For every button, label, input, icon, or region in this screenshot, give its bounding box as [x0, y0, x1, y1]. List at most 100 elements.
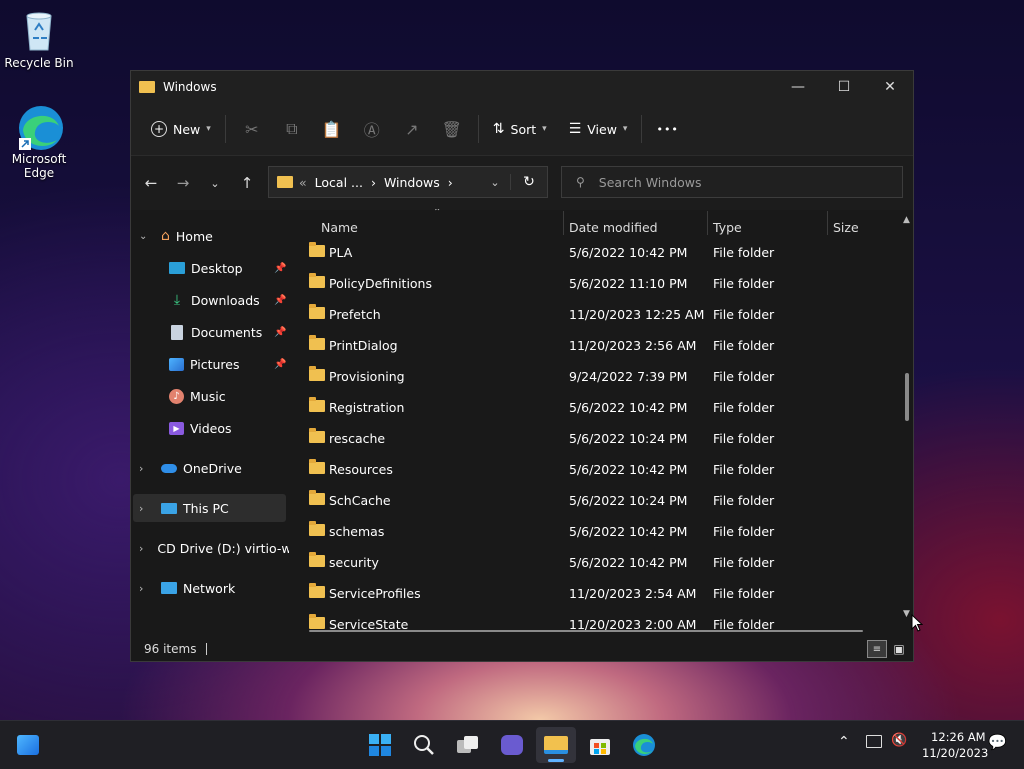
onedrive-icon — [161, 463, 177, 473]
edge-desktop-icon[interactable]: Microsoft Edge — [0, 104, 78, 180]
table-row[interactable]: ServiceState 11/20/2023 2:00 AM File folde… — [291, 609, 891, 639]
new-button[interactable]: + New ▾ — [143, 113, 219, 145]
minimize-button[interactable]: — — [775, 71, 821, 103]
chevron-down-icon: ⌄ — [139, 230, 148, 242]
forward-arrow-icon[interactable]: → — [167, 174, 199, 192]
computer-icon — [161, 502, 177, 514]
notifications-icon[interactable]: 💬 — [988, 733, 1007, 751]
more-options-button[interactable]: ••• — [648, 113, 686, 145]
file-date: 11/20/2023 12:25 AM — [569, 307, 705, 322]
sidebar-item-network[interactable]: › Network — [139, 574, 235, 602]
table-row[interactable]: ServiceProfiles 11/20/2023 2:54 AM File fo… — [291, 578, 891, 609]
column-header-date[interactable]: Date modified — [569, 215, 658, 239]
view-button[interactable]: ☰ View ▾ — [561, 113, 636, 145]
share-icon[interactable]: ↗ — [396, 113, 428, 145]
start-button[interactable] — [360, 727, 400, 763]
address-bar[interactable]: « Local ... › Windows › ⌄ ↻ — [268, 166, 548, 198]
sidebar-item-this-pc[interactable]: › This PC — [133, 494, 286, 522]
cut-icon[interactable]: ✂ — [236, 113, 268, 145]
network-status-icon[interactable] — [866, 735, 882, 748]
table-row[interactable]: Registration 5/6/2022 10:42 PM File folder — [291, 392, 891, 423]
search-button[interactable] — [404, 727, 444, 763]
copy-icon[interactable]: ⧉ — [276, 113, 308, 145]
folder-icon — [309, 552, 325, 567]
tiles-view-icon[interactable]: ▣ — [891, 641, 907, 657]
column-header-name[interactable]: Name — [321, 215, 358, 239]
table-row[interactable]: PolicyDefinitions 5/6/2022 11:10 PM File f… — [291, 268, 891, 299]
sidebar-item-documents[interactable]: Documents 📌 — [169, 318, 289, 346]
rename-icon[interactable]: Ⓐ — [356, 113, 388, 145]
table-row[interactable]: security 5/6/2022 10:42 PM File folder — [291, 547, 891, 578]
show-hidden-icons-chevron-icon[interactable]: ⌃ — [838, 734, 850, 750]
paste-icon[interactable]: 📋 — [316, 113, 348, 145]
sidebar-item-label: CD Drive (D:) virtio-w — [157, 540, 289, 556]
sidebar-item-downloads[interactable]: ⤓ Downloads 📌 — [169, 286, 289, 314]
table-row[interactable]: Resources 5/6/2022 10:42 PM File folder — [291, 454, 891, 485]
sidebar-item-pictures[interactable]: Pictures 📌 — [169, 350, 289, 378]
search-box[interactable]: ⚲ Search Windows — [561, 166, 903, 198]
videos-icon: ▶ — [169, 421, 184, 435]
chat-icon — [501, 735, 523, 755]
column-header-type[interactable]: Type — [713, 215, 742, 239]
breadcrumb-overflow[interactable]: « — [299, 175, 307, 190]
documents-icon — [171, 324, 183, 340]
sidebar-item-music[interactable]: ♪ Music — [169, 382, 226, 410]
up-arrow-icon[interactable]: ↑ — [231, 174, 263, 192]
search-icon — [414, 735, 434, 755]
horizontal-scrollbar-thumb[interactable] — [309, 630, 863, 632]
table-row[interactable]: PrintDialog 11/20/2023 2:56 AM File folder — [291, 330, 891, 361]
column-header-size[interactable]: Size — [833, 215, 859, 239]
close-button[interactable]: ✕ — [867, 71, 913, 103]
table-row[interactable]: Provisioning 9/24/2022 7:39 PM File folder — [291, 361, 891, 392]
details-view-icon[interactable]: ≡ — [867, 640, 887, 658]
sort-up-chevron-icon: ⌃ — [433, 209, 442, 218]
vertical-scrollbar-thumb[interactable] — [905, 373, 909, 421]
sidebar-item-label: Videos — [190, 420, 232, 436]
sidebar-item-onedrive[interactable]: › OneDrive — [139, 454, 242, 482]
clock-time[interactable]: 12:26 AM — [931, 730, 986, 744]
chat-button[interactable] — [492, 727, 532, 763]
sidebar-item-videos[interactable]: ▶ Videos — [169, 414, 232, 442]
breadcrumb-local[interactable]: Local ... — [315, 175, 363, 190]
edge-taskbar-button[interactable] — [624, 727, 664, 763]
clock-date[interactable]: 11/20/2023 — [922, 746, 988, 760]
table-row[interactable]: PLA 5/6/2022 10:42 PM File folder — [291, 237, 891, 268]
task-view-icon — [457, 736, 479, 754]
table-row[interactable]: schemas 5/6/2022 10:42 PM File folder — [291, 516, 891, 547]
file-explorer-taskbar-button[interactable] — [536, 727, 576, 763]
edge-label-2: Edge — [23, 166, 55, 180]
task-view-button[interactable] — [448, 727, 488, 763]
recent-locations-chevron-icon[interactable]: ⌄ — [199, 177, 231, 190]
address-history-chevron-icon[interactable]: ⌄ — [480, 176, 510, 189]
sidebar-item-cd-drive[interactable]: › CD Drive (D:) virtio-w — [139, 534, 289, 562]
back-arrow-icon[interactable]: ← — [135, 174, 167, 192]
sidebar-item-home[interactable]: ⌄ ⌂ Home — [139, 222, 213, 250]
maximize-button[interactable]: ☐ — [821, 71, 867, 103]
store-button[interactable] — [580, 727, 620, 763]
scroll-down-arrow-icon[interactable]: ▼ — [903, 609, 910, 619]
network-icon — [161, 582, 177, 594]
table-row[interactable]: SchCache 5/6/2022 10:24 PM File folder — [291, 485, 891, 516]
file-date: 5/6/2022 11:10 PM — [569, 276, 688, 291]
table-row[interactable]: rescache 5/6/2022 10:24 PM File folder — [291, 423, 891, 454]
delete-icon[interactable]: 🗑 — [436, 113, 468, 145]
table-row[interactable]: Prefetch 11/20/2023 12:25 AM File folder — [291, 299, 891, 330]
recycle-bin-desktop-icon[interactable]: Recycle Bin — [0, 8, 78, 70]
sort-button[interactable]: ⇅ Sort ▾ — [485, 113, 555, 145]
widgets-button[interactable] — [8, 727, 48, 763]
music-icon: ♪ — [169, 388, 184, 404]
column-divider — [827, 211, 828, 235]
file-name: security — [329, 555, 379, 570]
file-date: 5/6/2022 10:24 PM — [569, 431, 688, 446]
scroll-up-arrow-icon[interactable]: ▲ — [903, 215, 910, 225]
refresh-icon[interactable]: ↻ — [510, 174, 547, 190]
chevron-right-icon: › — [139, 461, 144, 475]
pin-icon: 📌 — [274, 358, 287, 370]
breadcrumb-windows[interactable]: Windows — [384, 175, 440, 190]
file-type: File folder — [713, 493, 775, 508]
file-type: File folder — [713, 431, 775, 446]
volume-muted-icon[interactable]: 🔇 — [891, 733, 907, 748]
toolbar-divider — [641, 115, 643, 143]
title-bar[interactable]: Windows — ☐ ✕ — [131, 71, 913, 103]
sidebar-item-desktop[interactable]: Desktop 📌 — [169, 254, 289, 282]
